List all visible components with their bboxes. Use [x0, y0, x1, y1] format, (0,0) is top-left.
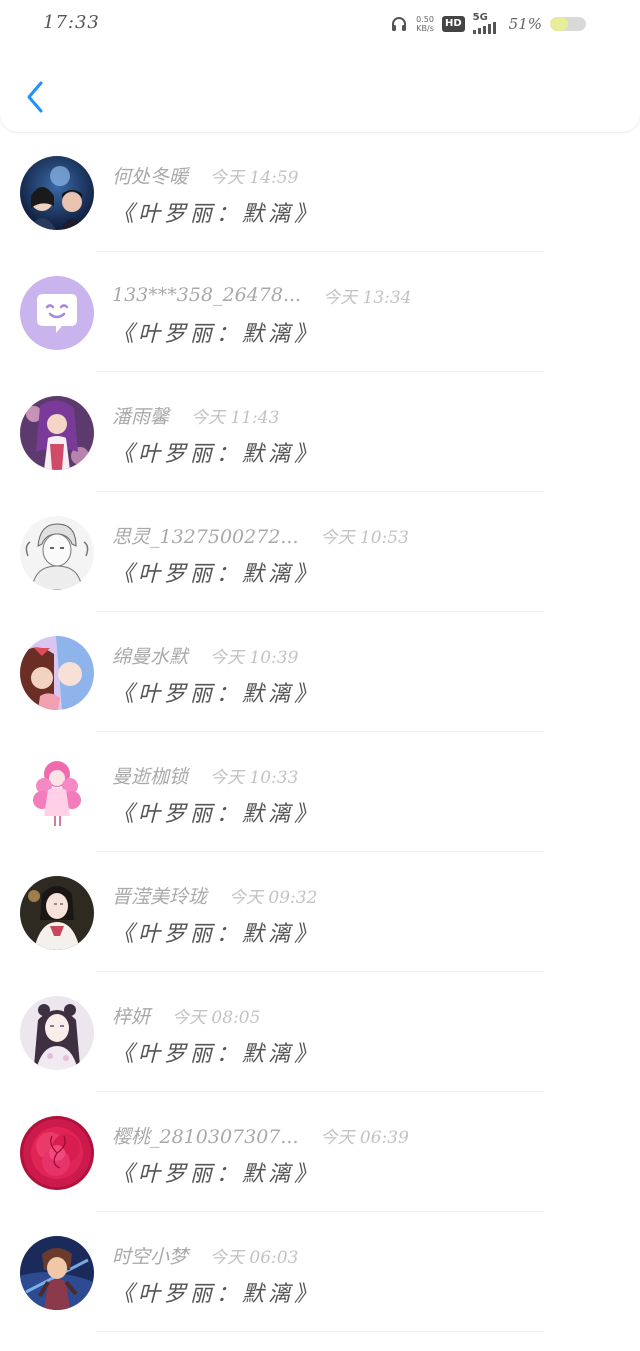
notification-item[interactable]: 133***358_26478... 今天 13:34 《叶罗丽：默漓》	[0, 252, 640, 372]
notification-item[interactable]: 时空小梦 今天 06:03 《叶罗丽：默漓》	[0, 1212, 640, 1332]
notification-meta: 绵曼水默 今天 10:39	[112, 642, 298, 668]
notification-meta: 潘雨馨 今天 11:43	[112, 402, 279, 428]
couple-night-avatar[interactable]	[20, 156, 94, 230]
status-icons: 0.50 KB/s HD 5G 51%	[390, 12, 586, 36]
notification-item[interactable]: 梓妍 今天 08:05 《叶罗丽：默漓》	[0, 972, 640, 1092]
sketch-boy-avatar[interactable]	[20, 516, 94, 590]
notification-item[interactable]: 晋滢美玲珑 今天 09:32 《叶罗丽：默漓》	[0, 852, 640, 972]
notification-list: 何处冬暖 今天 14:59 《叶罗丽：默漓》 133***358_26478... 今…	[0, 132, 640, 1332]
pink-doll-avatar[interactable]	[20, 756, 94, 830]
timestamp: 今天 09:32	[229, 887, 318, 908]
headphones-icon	[390, 15, 408, 33]
username[interactable]: 潘雨馨	[112, 402, 169, 429]
battery-percent: 51%	[508, 15, 542, 33]
two-girls-avatar[interactable]	[20, 636, 94, 710]
username[interactable]: 时空小梦	[112, 1242, 188, 1269]
notification-item[interactable]: 思灵_1327500272... 今天 10:53 《叶罗丽：默漓》	[0, 492, 640, 612]
notification-item[interactable]: 绵曼水默 今天 10:39 《叶罗丽：默漓》	[0, 612, 640, 732]
notification-message: 《叶罗丽：默漓》	[112, 1282, 321, 1307]
username[interactable]: 思灵_1327500272...	[112, 522, 299, 549]
status-bar: 17:33 0.50 KB/s HD 5G 51%	[0, 0, 640, 48]
notification-meta: 梓妍 今天 08:05	[112, 1002, 260, 1028]
chevron-left-icon	[27, 81, 43, 113]
notification-item[interactable]: 樱桃_2810307307... 今天 06:39 《叶罗丽：默漓》	[0, 1092, 640, 1212]
app-header: 17:33 0.50 KB/s HD 5G 51%	[0, 0, 640, 132]
username[interactable]: 樱桃_2810307307...	[112, 1122, 299, 1149]
game-character-avatar[interactable]	[20, 1236, 94, 1310]
notification-meta: 晋滢美玲珑 今天 09:32	[112, 882, 317, 908]
notification-message: 《叶罗丽：默漓》	[112, 682, 321, 707]
notification-message: 《叶罗丽：默漓》	[112, 1162, 321, 1187]
default-chat-bubble-avatar[interactable]	[20, 276, 94, 350]
timestamp: 今天 06:03	[210, 1247, 299, 1268]
battery-icon	[550, 17, 586, 31]
timestamp: 今天 10:33	[210, 767, 299, 788]
notification-message: 《叶罗丽：默漓》	[112, 802, 321, 827]
timestamp: 今天 10:39	[210, 647, 299, 668]
anime-princess-avatar[interactable]	[20, 996, 94, 1070]
signal-icon: 5G	[472, 12, 501, 34]
notification-meta: 何处冬暖 今天 14:59	[112, 162, 298, 188]
notification-item[interactable]: 曼逝枷锁 今天 10:33 《叶罗丽：默漓》	[0, 732, 640, 852]
timestamp: 今天 14:59	[210, 167, 299, 188]
notification-message: 《叶罗丽：默漓》	[112, 442, 321, 467]
timestamp: 今天 10:53	[320, 527, 409, 548]
notification-meta: 时空小梦 今天 06:03	[112, 1242, 298, 1268]
hanfu-lady-avatar[interactable]	[20, 876, 94, 950]
notification-message: 《叶罗丽：默漓》	[112, 562, 321, 587]
notification-meta: 樱桃_2810307307... 今天 06:39	[112, 1122, 409, 1148]
status-time: 17:33	[43, 12, 100, 33]
username[interactable]: 何处冬暖	[112, 162, 188, 189]
notification-meta: 思灵_1327500272... 今天 10:53	[112, 522, 409, 548]
network-speed-unit: KB/s	[416, 24, 434, 33]
notification-message: 《叶罗丽：默漓》	[112, 1042, 321, 1067]
timestamp: 今天 13:34	[323, 287, 412, 308]
username[interactable]: 梓妍	[112, 1002, 150, 1029]
notification-message: 《叶罗丽：默漓》	[112, 322, 321, 347]
notification-message: 《叶罗丽：默漓》	[112, 922, 321, 947]
notification-meta: 133***358_26478... 今天 13:34	[112, 282, 412, 308]
username[interactable]: 绵曼水默	[112, 642, 188, 669]
network-speed-value: 0.50	[416, 15, 434, 24]
username[interactable]: 曼逝枷锁	[112, 762, 188, 789]
notification-item[interactable]: 何处冬暖 今天 14:59 《叶罗丽：默漓》	[0, 132, 640, 252]
username[interactable]: 晋滢美玲珑	[112, 882, 207, 909]
notification-message: 《叶罗丽：默漓》	[112, 202, 321, 227]
username[interactable]: 133***358_26478...	[112, 284, 301, 306]
hd-badge: HD	[441, 16, 465, 32]
back-button[interactable]	[18, 78, 52, 116]
red-peony-avatar[interactable]	[20, 1116, 94, 1190]
notification-meta: 曼逝枷锁 今天 10:33	[112, 762, 298, 788]
timestamp: 今天 08:05	[172, 1007, 261, 1028]
timestamp: 今天 11:43	[191, 407, 280, 428]
timestamp: 今天 06:39	[320, 1127, 409, 1148]
purple-hair-girl-avatar[interactable]	[20, 396, 94, 470]
notification-item[interactable]: 潘雨馨 今天 11:43 《叶罗丽：默漓》	[0, 372, 640, 492]
network-speed: 0.50 KB/s	[416, 15, 434, 33]
divider	[96, 1331, 544, 1332]
